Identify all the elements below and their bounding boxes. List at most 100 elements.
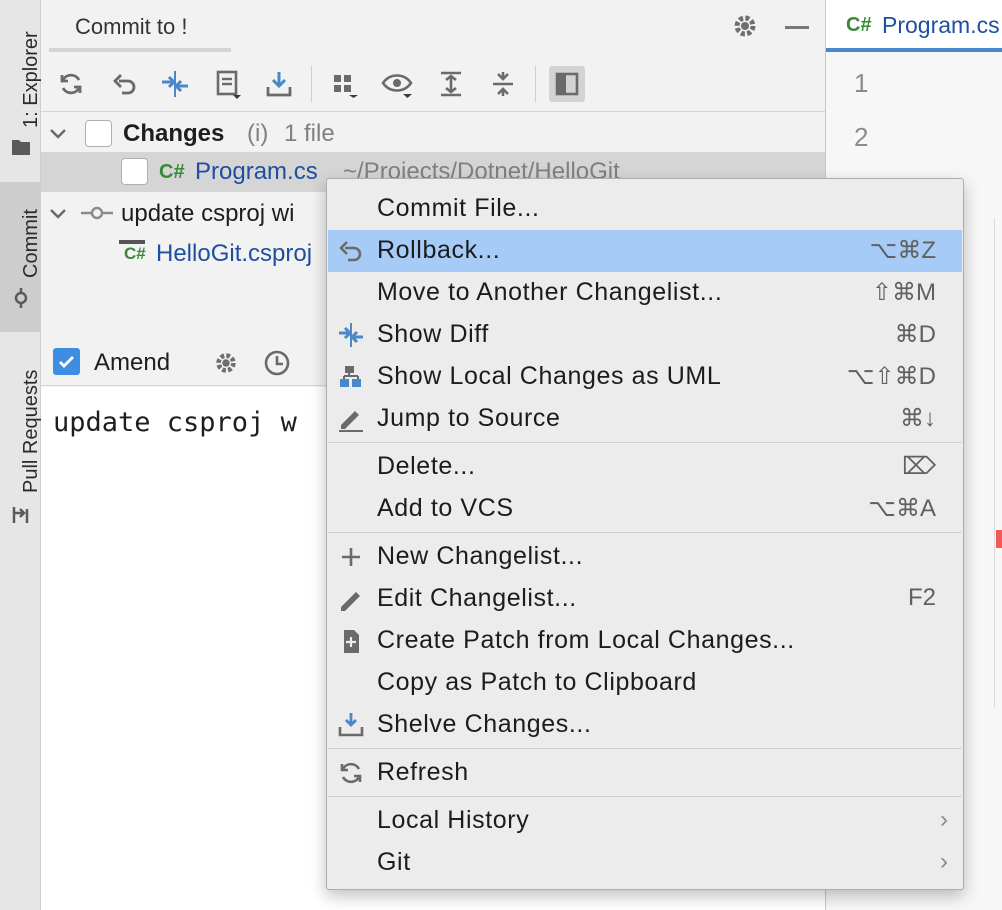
pull-requests-tab[interactable]: Pull Requests bbox=[0, 345, 42, 535]
commit-message-text[interactable]: update csproj w bbox=[53, 407, 297, 438]
changelist-hint: (i) bbox=[247, 120, 269, 147]
menu-item-label: Delete... bbox=[377, 452, 476, 480]
chevron-down-icon[interactable] bbox=[49, 205, 67, 223]
menu-item-label: Create Patch from Local Changes... bbox=[377, 626, 795, 654]
menu-item-add-to-vcs[interactable]: Add to VCS ⌥⌘A bbox=[328, 488, 962, 530]
menu-item-shortcut: ⌥⇧⌘D bbox=[846, 363, 936, 390]
refresh-icon bbox=[60, 73, 82, 95]
collapse-all-button[interactable] bbox=[485, 66, 521, 102]
menu-item-label: Edit Changelist... bbox=[377, 584, 577, 612]
csproj-file-icon: C# bbox=[119, 240, 147, 266]
chevron-down-icon[interactable] bbox=[49, 125, 67, 143]
menu-item-local-history[interactable]: Local History › bbox=[328, 800, 962, 842]
commit-tab-label: Commit bbox=[20, 209, 42, 278]
group-by-icon bbox=[334, 75, 358, 98]
changelist-button[interactable] bbox=[211, 66, 247, 102]
refresh-icon bbox=[340, 762, 362, 784]
toolbar-separator bbox=[535, 66, 536, 102]
menu-item-label: New Changelist... bbox=[377, 542, 584, 570]
pencil-icon bbox=[341, 592, 360, 611]
gear-icon[interactable] bbox=[731, 12, 759, 40]
title-underline bbox=[49, 48, 231, 52]
commit-node-label: update csproj wi bbox=[121, 200, 295, 227]
rollback-icon bbox=[113, 74, 136, 95]
csharp-file-icon: C# bbox=[159, 161, 185, 183]
context-menu: Commit File... Rollback... ⌥⌘Z Move to A… bbox=[326, 178, 964, 890]
menu-item-shortcut: ⌥⌘Z bbox=[869, 237, 936, 264]
menu-separator bbox=[328, 748, 962, 749]
menu-item-shelve-changes[interactable]: Shelve Changes... bbox=[328, 704, 962, 746]
file-name: Program.cs bbox=[195, 158, 318, 185]
menu-separator bbox=[328, 796, 962, 797]
rollback-icon bbox=[339, 241, 362, 262]
menu-item-create-patch[interactable]: Create Patch from Local Changes... bbox=[328, 620, 962, 662]
menu-item-label: Show Local Changes as UML bbox=[377, 362, 722, 390]
preview-diff-button[interactable] bbox=[549, 66, 585, 102]
menu-item-jump-to-source[interactable]: Jump to Source ⌘↓ bbox=[328, 398, 962, 440]
menu-item-label: Copy as Patch to Clipboard bbox=[377, 668, 697, 696]
commit-icon bbox=[14, 288, 28, 308]
menu-item-git[interactable]: Git › bbox=[328, 842, 962, 884]
checkmark-icon bbox=[55, 350, 78, 373]
menu-item-new-changelist[interactable]: New Changelist... bbox=[328, 536, 962, 578]
menu-item-label: Refresh bbox=[377, 758, 469, 786]
refresh-button[interactable] bbox=[53, 66, 89, 102]
menu-item-commit-file[interactable]: Commit File... bbox=[328, 188, 962, 230]
menu-item-rollback[interactable]: Rollback... ⌥⌘Z bbox=[328, 230, 962, 272]
amend-checkbox[interactable] bbox=[53, 348, 80, 375]
error-marker[interactable] bbox=[996, 530, 1002, 548]
menu-item-show-uml[interactable]: Show Local Changes as UML ⌥⇧⌘D bbox=[328, 356, 962, 398]
changelist-checkbox[interactable] bbox=[85, 120, 112, 147]
commit-options-gear-icon[interactable] bbox=[213, 350, 239, 376]
menu-item-delete[interactable]: Delete... ⌦ bbox=[328, 446, 962, 488]
menu-item-edit-changelist[interactable]: Edit Changelist... F2 bbox=[328, 578, 962, 620]
menu-item-label: Git bbox=[377, 848, 411, 876]
history-clock-icon[interactable] bbox=[264, 350, 290, 376]
view-options-button[interactable] bbox=[379, 66, 415, 102]
editor-tab-program-cs[interactable]: C# Program.cs bbox=[826, 0, 1002, 52]
plus-icon bbox=[342, 548, 360, 566]
explorer-tab-label: 1: Explorer bbox=[20, 31, 42, 128]
changelist-name: Changes bbox=[123, 120, 225, 147]
toolbar-separator bbox=[311, 66, 312, 102]
menu-item-shortcut: ⌘↓ bbox=[900, 405, 936, 432]
explorer-tab[interactable]: 1: Explorer bbox=[0, 0, 42, 170]
menu-item-show-diff[interactable]: Show Diff ⌘D bbox=[328, 314, 962, 356]
menu-separator bbox=[328, 532, 962, 533]
menu-item-label: Add to VCS bbox=[377, 494, 514, 522]
changelist-count: 1 file bbox=[284, 120, 335, 147]
pull-request-icon bbox=[12, 507, 29, 523]
show-diff-button[interactable] bbox=[157, 66, 193, 102]
editor-tab-label: Program.cs bbox=[882, 12, 1000, 38]
patch-icon bbox=[344, 630, 359, 653]
menu-item-copy-patch[interactable]: Copy as Patch to Clipboard bbox=[328, 662, 962, 704]
expand-all-button[interactable] bbox=[433, 66, 469, 102]
menu-item-label: Shelve Changes... bbox=[377, 710, 592, 738]
panel-header: Commit to ! bbox=[41, 0, 825, 56]
menu-item-move-to-changelist[interactable]: Move to Another Changelist... ⇧⌘M bbox=[328, 272, 962, 314]
menu-item-refresh[interactable]: Refresh bbox=[328, 752, 962, 794]
delete-key-icon: ⌦ bbox=[902, 453, 936, 480]
update-button[interactable] bbox=[261, 66, 297, 102]
menu-item-label: Show Diff bbox=[377, 320, 489, 348]
eye-icon bbox=[381, 74, 413, 98]
menu-item-shortcut: F2 bbox=[907, 584, 936, 611]
shelve-icon bbox=[338, 713, 364, 737]
file-checkbox[interactable] bbox=[121, 158, 148, 185]
menu-item-shortcut: ⌥⌘A bbox=[868, 495, 936, 522]
update-icon bbox=[266, 72, 292, 97]
pull-requests-tab-label: Pull Requests bbox=[20, 369, 42, 493]
commit-tab[interactable]: Commit bbox=[0, 182, 42, 332]
amend-label[interactable]: Amend bbox=[94, 349, 170, 377]
panel-title: Commit to ! bbox=[75, 14, 188, 39]
uml-icon bbox=[340, 366, 361, 387]
submenu-arrow-icon: › bbox=[940, 848, 948, 875]
minimize-icon[interactable] bbox=[785, 26, 809, 29]
rollback-button[interactable] bbox=[107, 66, 143, 102]
preview-diff-icon bbox=[555, 72, 579, 96]
changelist-row[interactable]: Changes (i) 1 file bbox=[41, 114, 825, 154]
menu-item-label: Move to Another Changelist... bbox=[377, 278, 723, 306]
show-diff-icon bbox=[162, 71, 188, 97]
menu-separator bbox=[328, 442, 962, 443]
group-by-button[interactable] bbox=[327, 66, 363, 102]
